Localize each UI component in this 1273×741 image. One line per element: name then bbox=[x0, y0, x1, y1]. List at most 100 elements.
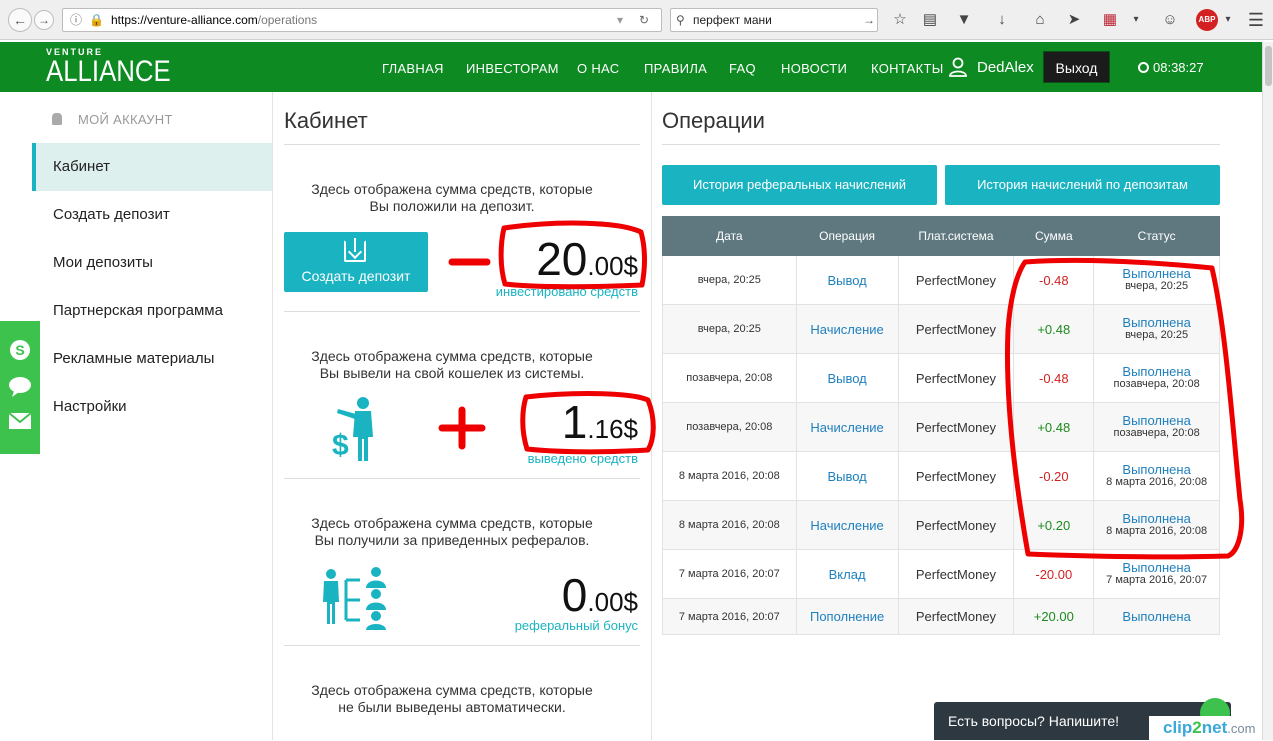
nav-contacts[interactable]: КОНТАКТЫ bbox=[871, 61, 944, 76]
forward-icon[interactable]: → bbox=[34, 10, 54, 30]
row-status: Выполнена вчера, 20:25 bbox=[1093, 255, 1220, 305]
nav-home[interactable]: ГЛАВНАЯ bbox=[382, 61, 444, 76]
info-icon[interactable]: ⓘ bbox=[70, 9, 82, 31]
status-date: 8 марта 2016, 20:08 bbox=[1106, 525, 1208, 537]
chat-icon[interactable] bbox=[8, 375, 32, 399]
social-bar: S bbox=[0, 321, 40, 454]
pocket-icon[interactable]: ▼ bbox=[952, 8, 976, 32]
smiley-icon[interactable]: ☺ bbox=[1158, 8, 1182, 32]
create-deposit-button[interactable]: Создать депозит bbox=[284, 232, 428, 292]
annotation-plus bbox=[438, 406, 486, 450]
row-operation-link[interactable]: Начисление bbox=[795, 402, 899, 452]
send-icon[interactable]: ➤ bbox=[1062, 8, 1086, 32]
status-link[interactable]: Выполнена bbox=[1096, 463, 1217, 476]
row-date: позавчера, 20:08 bbox=[662, 353, 797, 403]
page-scrollbar[interactable] bbox=[1262, 42, 1273, 740]
search-input[interactable] bbox=[693, 11, 853, 29]
status-link[interactable]: Выполнена bbox=[1096, 267, 1217, 280]
adblock-icon[interactable]: ABP bbox=[1196, 9, 1218, 31]
skype-icon[interactable]: S bbox=[8, 338, 32, 362]
table-row: 8 марта 2016, 20:08 Начисление PerfectMo… bbox=[662, 500, 1220, 550]
account-icon bbox=[52, 113, 62, 125]
logout-button[interactable]: Выход bbox=[1043, 51, 1110, 83]
mail-icon[interactable] bbox=[8, 409, 32, 433]
sidebar-item-partner-program[interactable]: Партнерская программа bbox=[32, 287, 272, 335]
address-bar[interactable]: ⓘ 🔒 https://venture-alliance.com/operati… bbox=[62, 8, 662, 32]
withdrawn-label: выведено средств bbox=[527, 451, 638, 466]
referral-history-button[interactable]: История реферальных начислений bbox=[662, 165, 937, 205]
status-link[interactable]: Выполнена bbox=[1096, 414, 1217, 427]
table-row: 8 марта 2016, 20:08 Вывод PerfectMoney -… bbox=[662, 451, 1220, 501]
url-text[interactable]: https://venture-alliance.com/operations bbox=[111, 9, 317, 31]
withdraw-person-icon: $ bbox=[332, 397, 373, 462]
row-amount: -0.20 bbox=[1013, 451, 1095, 501]
download-icon[interactable]: ↓ bbox=[990, 8, 1014, 32]
sidebar: МОЙ АККАУНТ Кабинет Создать депозит Мои … bbox=[32, 92, 272, 740]
divider bbox=[662, 144, 1220, 145]
nav-investors[interactable]: ИНВЕСТОРАМ bbox=[466, 61, 559, 76]
row-operation-link[interactable]: Вывод bbox=[795, 353, 899, 403]
logo[interactable]: ALLIANCE bbox=[46, 55, 171, 89]
extension-menu-icon[interactable]: ▾ bbox=[1124, 8, 1148, 32]
row-operation-link[interactable]: Начисление bbox=[795, 304, 899, 354]
referral-label: реферальный бонус bbox=[514, 618, 638, 633]
sidebar-item-my-deposits[interactable]: Мои депозиты bbox=[32, 239, 272, 287]
table-row: позавчера, 20:08 Начисление PerfectMoney… bbox=[662, 402, 1220, 452]
row-status: Выполнена bbox=[1093, 598, 1220, 635]
search-bar: ⚲ → bbox=[670, 8, 878, 32]
sidebar-item-settings[interactable]: Настройки bbox=[32, 383, 272, 431]
row-operation-link[interactable]: Вывод bbox=[795, 255, 899, 305]
nav-news[interactable]: НОВОСТИ bbox=[781, 61, 847, 76]
row-amount: +0.48 bbox=[1013, 402, 1095, 452]
table-header-row: Дата Операция Плат.система Сумма Статус bbox=[662, 216, 1220, 256]
status-link[interactable]: Выполнена bbox=[1096, 610, 1217, 623]
row-operation-link[interactable]: Начисление bbox=[795, 500, 899, 550]
status-link[interactable]: Выполнена bbox=[1096, 512, 1217, 525]
deposit-history-button[interactable]: История начислений по депозитам bbox=[945, 165, 1220, 205]
status-link[interactable]: Выполнена bbox=[1096, 561, 1217, 574]
bookmark-star-icon[interactable]: ☆ bbox=[888, 8, 912, 32]
status-link[interactable]: Выполнена bbox=[1096, 365, 1217, 378]
withdrawn-description: Здесь отображена сумма средств, которые В… bbox=[311, 348, 593, 381]
column-divider bbox=[272, 92, 273, 740]
status-date: позавчера, 20:08 bbox=[1113, 427, 1200, 439]
referral-amount: 0.00$ bbox=[561, 569, 638, 621]
adblock-menu-icon[interactable]: ▾ bbox=[1216, 8, 1240, 32]
invested-description: Здесь отображена сумма средств, которые В… bbox=[311, 181, 593, 214]
hamburger-menu-icon[interactable]: ☰ bbox=[1244, 8, 1268, 32]
row-status: Выполнена 7 марта 2016, 20:07 bbox=[1093, 549, 1220, 599]
sidebar-item-create-deposit[interactable]: Создать депозит bbox=[32, 191, 272, 239]
row-operation-link[interactable]: Вклад bbox=[795, 549, 899, 599]
home-icon[interactable]: ⌂ bbox=[1028, 8, 1052, 32]
cabinet-title: Кабинет bbox=[284, 108, 368, 133]
reader-icon[interactable]: ▤ bbox=[918, 8, 942, 32]
row-amount: -0.48 bbox=[1013, 255, 1095, 305]
username[interactable]: DedAlex bbox=[977, 59, 1034, 76]
extension-icon[interactable]: ▦ bbox=[1098, 8, 1122, 32]
account-heading: МОЙ АККАУНТ bbox=[52, 112, 173, 127]
nav-about[interactable]: О НАС bbox=[577, 61, 619, 76]
scrollbar-thumb[interactable] bbox=[1265, 46, 1272, 86]
row-date: позавчера, 20:08 bbox=[662, 402, 797, 452]
row-operation-link[interactable]: Пополнение bbox=[795, 598, 899, 635]
back-icon[interactable]: ← bbox=[8, 8, 32, 32]
row-operation-link[interactable]: Вывод bbox=[795, 451, 899, 501]
row-date: 7 марта 2016, 20:07 bbox=[662, 549, 797, 599]
nav-rules[interactable]: ПРАВИЛА bbox=[644, 61, 707, 76]
row-amount: +20.00 bbox=[1013, 598, 1095, 635]
row-system: PerfectMoney bbox=[897, 255, 1015, 305]
sidebar-item-cabinet[interactable]: Кабинет bbox=[32, 143, 272, 191]
row-date: 8 марта 2016, 20:08 bbox=[662, 451, 797, 501]
col-payment-system: Плат.система bbox=[897, 216, 1015, 256]
reload-icon[interactable]: ↻ bbox=[639, 9, 649, 31]
status-date: позавчера, 20:08 bbox=[1113, 378, 1200, 390]
row-amount: +0.20 bbox=[1013, 500, 1095, 550]
sidebar-item-ad-materials[interactable]: Рекламные материалы bbox=[32, 335, 272, 383]
row-status: Выполнена позавчера, 20:08 bbox=[1093, 353, 1220, 403]
invested-label: инвестировано средств bbox=[495, 284, 638, 299]
nav-faq[interactable]: FAQ bbox=[729, 61, 756, 76]
status-link[interactable]: Выполнена bbox=[1096, 316, 1217, 329]
dropdown-icon[interactable]: ▾ bbox=[617, 9, 623, 31]
row-system: PerfectMoney bbox=[897, 402, 1015, 452]
search-go-icon[interactable]: → bbox=[863, 9, 875, 31]
